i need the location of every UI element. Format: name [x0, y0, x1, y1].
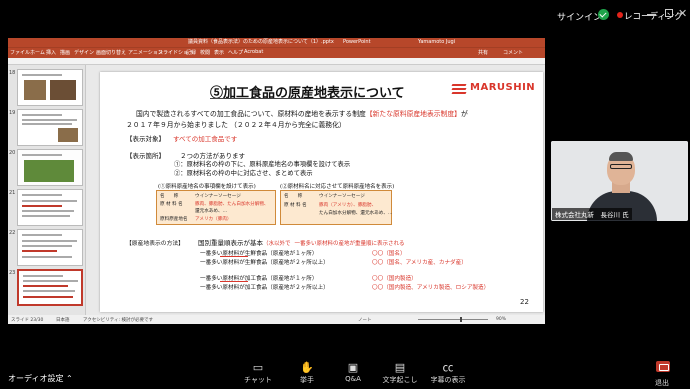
- place-line-3: ②：原材料名の枠の中に対応させ、まとめて表示: [174, 170, 313, 177]
- slide-thumbnail-current[interactable]: [17, 269, 83, 306]
- rule-result: 〇〇（国名）: [372, 251, 406, 257]
- tab-insert[interactable]: 挿入: [46, 49, 56, 56]
- tab-transitions[interactable]: 画面切り替え: [96, 49, 126, 56]
- zoom-slider[interactable]: [418, 319, 488, 320]
- notes-button[interactable]: ノート: [358, 317, 372, 323]
- company-logo-text: MARUSHIN: [470, 82, 536, 93]
- red-underline: [220, 281, 248, 282]
- ppt-title-bar: 議員資料（食品表示法）のための原産地表示について（1）.pptx PowerPo…: [8, 38, 545, 47]
- ppt-app-name: PowerPoint: [343, 39, 371, 45]
- tab-file[interactable]: ファイル: [10, 49, 30, 56]
- qa-button[interactable]: ▣ Q&A: [333, 361, 373, 384]
- slide-counter: スライド 23/30: [11, 318, 44, 323]
- speaker-hair: [609, 152, 633, 161]
- status-language: 日本語: [56, 318, 70, 323]
- rule-result: 〇〇（国名、アメリカ産、カナダ産）: [372, 260, 467, 266]
- marushin-logo-icon: [451, 84, 467, 94]
- comments-button[interactable]: コメント: [503, 49, 523, 56]
- thumb-number: 20: [9, 150, 16, 156]
- chat-icon: ▭: [252, 361, 264, 374]
- place-line-2: ①：原材料名の枠の下に、原料原産地名の事項欄を設けて表示: [174, 161, 351, 168]
- recording-indicator: レコーディング: [624, 12, 683, 22]
- table-right-caption: (②原材料名に対応させて原料原産地名を表示): [280, 184, 395, 190]
- minimize-icon[interactable]: [647, 14, 656, 16]
- zoom-level[interactable]: 90%: [496, 317, 506, 322]
- qa-icon: ▣: [347, 361, 359, 374]
- leave-icon[interactable]: [656, 361, 670, 372]
- slide-thumbnail[interactable]: [17, 149, 83, 186]
- tab-acrobat[interactable]: Acrobat: [244, 49, 263, 55]
- chat-button[interactable]: ▭ チャット: [238, 362, 278, 385]
- tab-design[interactable]: デザイン: [74, 49, 94, 56]
- speaker-video-tile[interactable]: 株式会社丸新 長谷川 氏: [551, 141, 688, 221]
- status-accessibility[interactable]: アクセシビリティ: 検討が必要です: [83, 317, 153, 323]
- speaker-glasses: [610, 164, 632, 169]
- rule-row: 一番多い原材料が加工食品（原産地が２ヶ所以上）: [200, 285, 329, 291]
- speaker-name-label: 株式会社丸新 長谷川 氏: [552, 208, 632, 220]
- shared-screen: 議員資料（食品表示法）のための原産地表示について（1）.pptx PowerPo…: [8, 38, 545, 324]
- maximize-icon[interactable]: [665, 9, 673, 17]
- tab-help[interactable]: ヘルプ: [228, 49, 243, 56]
- security-shield-icon: [598, 9, 609, 20]
- sign-in-link[interactable]: サインイン: [557, 10, 602, 23]
- rule-row: 一番多い原材料が加工食品（原産地が１ヶ所）: [200, 276, 318, 282]
- label-example-left: 名 称 ウインナーソーセージ 原 材 料 名 豚肉、豚脂肪、たん白加水分解物、 …: [156, 190, 276, 225]
- title-underline: [210, 98, 396, 99]
- method-summary: 国別重量順表示が基本（水以外で 一番多い原材料の産地が重量順に表示される: [198, 239, 405, 247]
- recording-dot-icon: [617, 12, 623, 18]
- tab-view[interactable]: 表示: [214, 49, 224, 56]
- rule-result: 〇〇（国内製造）: [372, 276, 417, 282]
- ppt-user: Yamamoto Jugi: [418, 39, 456, 45]
- label-example-right: 名 称 ウインナーソーセージ 原 材 料 名 豚肉（アメリカ）、豚脂肪、 たん白…: [280, 190, 393, 225]
- zoom-slider-knob[interactable]: [460, 317, 462, 322]
- place-label: 【表示箇所】: [126, 152, 165, 160]
- slide-canvas: ⑤加工食品の原産地表示について MARUSHIN 国内で製造されるすべての加工食…: [100, 72, 543, 312]
- target-row: 【表示対象】 すべての加工食品です: [126, 135, 238, 143]
- table-left-caption: (①原料原産地名の事項欄を設けて表示): [158, 184, 256, 190]
- slide-thumbnail[interactable]: [17, 189, 83, 226]
- slide-thumbnail[interactable]: [17, 229, 83, 266]
- captions-button[interactable]: ㏄ 字幕の表示: [428, 362, 468, 385]
- ppt-status-bar: スライド 23/30 日本語 アクセシビリティ: 検討が必要です ノート 90%: [8, 315, 545, 324]
- method-label: 【原産地表示の方法】: [126, 241, 184, 247]
- rule-result: 〇〇（国内製造、アメリカ製造、ロシア製造）: [372, 285, 490, 291]
- raise-hand-icon: ✋: [300, 361, 314, 374]
- slide-page-number: 22: [520, 298, 529, 306]
- audio-settings-button[interactable]: オーディオ設定 ⌃: [8, 373, 73, 384]
- tab-review[interactable]: 校閲: [200, 49, 210, 56]
- tab-record[interactable]: 記録: [186, 49, 196, 56]
- tab-home[interactable]: ホーム: [30, 49, 45, 56]
- close-icon[interactable]: ✕: [678, 7, 687, 20]
- transcript-button[interactable]: ▤ 文字起こし: [380, 362, 420, 385]
- slide-thumbnail-panel[interactable]: 18 19 20 21 22 23: [8, 65, 86, 315]
- thumb-number: 23: [9, 270, 16, 276]
- share-button[interactable]: 共有: [478, 49, 488, 56]
- rule-row: 一番多い原材料が生鮮食品（原産地が２ヶ所以上）: [200, 260, 329, 266]
- thumb-number: 19: [9, 110, 16, 116]
- tab-draw[interactable]: 描画: [60, 49, 70, 56]
- ribbon-tabs: ファイル ホーム 挿入 描画 デザイン 画面切り替え アニメーション スライドシ…: [8, 47, 545, 58]
- thumb-number: 22: [9, 230, 16, 236]
- thumb-number: 21: [9, 190, 16, 196]
- slide-thumbnail[interactable]: [17, 109, 83, 146]
- slide-thumbnail[interactable]: [17, 69, 83, 106]
- red-underline: [220, 256, 248, 257]
- rule-row: 一番多い原材料が生鮮食品（原産地が１ヶ所）: [200, 251, 318, 257]
- leave-button[interactable]: 退出: [655, 378, 669, 388]
- raise-hand-button[interactable]: ✋ 挙手: [287, 362, 327, 385]
- ppt-toolbar: [8, 58, 545, 65]
- intro-line-1: 国内で製造されるすべての加工食品について、原材料の産地を表示する制度【新たな原料…: [136, 110, 468, 118]
- ppt-doc-title: 議員資料（食品表示法）のための原産地表示について（1）.pptx: [188, 39, 334, 45]
- thumb-number: 18: [9, 70, 16, 76]
- captions-icon: ㏄: [442, 361, 454, 374]
- intro-line-2: ２０１７年９月から始まりました （２０２２年４月から完全に義務化）: [126, 121, 346, 129]
- transcript-icon: ▤: [394, 361, 406, 374]
